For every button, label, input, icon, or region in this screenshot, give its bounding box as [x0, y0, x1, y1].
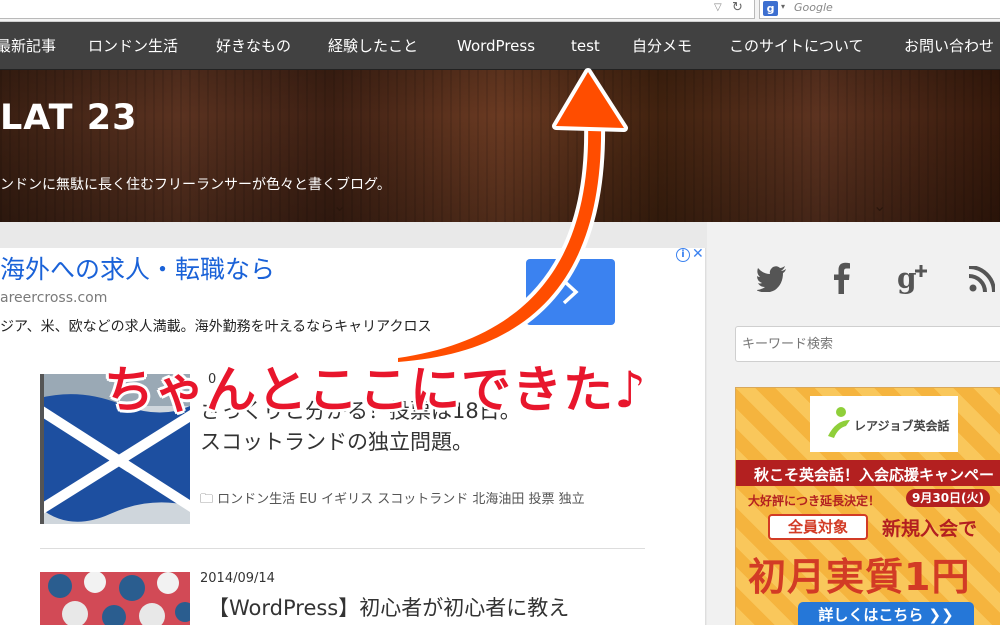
- nav-item-about[interactable]: このサイトについて: [729, 22, 864, 70]
- screen: ▽ ↻ g ▾ Google 最新記事 ロンドン生活 好きなもの 経験したこと …: [0, 0, 1000, 625]
- site-header: LAT 23 ンドンに無駄に長く住むフリーランサーが色々と書くブログ。 ⌄ ⌄: [0, 70, 1000, 222]
- nav-item-latest[interactable]: 最新記事: [0, 22, 56, 70]
- nav-item-wordpress[interactable]: WordPress: [457, 22, 535, 70]
- sidebar: g レアジョブ英会話 秋こそ英会話！入会応援キャンペー 大好評につき延長決定！ …: [707, 222, 1000, 625]
- ad-campaign-text: 秋こそ英会話！入会応援キャンペー: [754, 466, 995, 484]
- reload-icon[interactable]: ↻: [732, 0, 743, 15]
- ad-close-icon[interactable]: ✕: [692, 246, 704, 262]
- rss-icon[interactable]: [969, 266, 995, 292]
- ad-url[interactable]: areercross.com: [0, 290, 107, 306]
- ad-logo-text: レアジョブ英会話: [854, 419, 950, 433]
- ad-headline[interactable]: 海外への求人・転職なら: [0, 250, 275, 286]
- caret-down-icon[interactable]: ▾: [781, 2, 785, 11]
- nav-item-contact[interactable]: お問い合わせ: [904, 22, 994, 70]
- ad-description: ジア、米、欧などの求人満載。海外勤務を叶えるならキャリアクロス: [0, 319, 432, 335]
- nav-item-london-life[interactable]: ロンドン生活: [88, 22, 178, 70]
- browser-toolbar: ▽ ↻ g ▾ Google: [0, 0, 1000, 22]
- ad-date-badge: 9月30日(火): [906, 489, 991, 507]
- twitter-icon[interactable]: [757, 266, 787, 292]
- site-title[interactable]: LAT 23: [0, 98, 137, 138]
- google-plus-icon[interactable]: g: [897, 262, 931, 294]
- ad-all-eligible-pill: 全員対象: [768, 514, 868, 540]
- chevron-down-icon: ⌄: [333, 196, 347, 215]
- ad-logo: レアジョブ英会話: [810, 396, 958, 452]
- post-tags-text[interactable]: ロンドン生活 EU イギリス スコットランド 北海油田 投票 独立: [217, 492, 585, 507]
- nav-item-experiences[interactable]: 経験したこと: [328, 22, 418, 70]
- post-divider: [40, 548, 645, 549]
- ad-info-icon[interactable]: i: [676, 248, 690, 262]
- ad-campaign-band: 秋こそ英会話！入会応援キャンペー: [736, 460, 1000, 486]
- address-bar[interactable]: ▽ ↻: [0, 0, 755, 19]
- post-thumbnail-wordpress[interactable]: [40, 572, 190, 625]
- annotation-text: ちゃんとここにできた♪: [104, 361, 647, 419]
- site-tagline: ンドンに無駄に長く住むフリーランサーが色々と書くブログ。: [0, 177, 391, 193]
- ad-new-signup-text: 新規入会で: [882, 518, 978, 540]
- post-tags: 🗀 ロンドン生活 EU イギリス スコットランド 北海油田 投票 独立: [200, 488, 585, 512]
- chevron-right-icon: [562, 279, 579, 305]
- ad-details-button[interactable]: 詳しくはこちら ❯❯: [798, 602, 974, 625]
- browser-search-box[interactable]: g ▾ Google: [759, 0, 1000, 19]
- search-placeholder: Google: [794, 1, 833, 14]
- main-content: 海外への求人・転職なら areercross.com ジア、米、欧などの求人満載…: [0, 246, 706, 625]
- ad-extension-text: 大好評につき延長決定！: [748, 494, 881, 508]
- runner-logo-icon: [828, 407, 850, 438]
- nav-item-memo[interactable]: 自分メモ: [632, 22, 692, 70]
- search-engine-icon[interactable]: g: [763, 1, 778, 16]
- ad-arrow-button[interactable]: [526, 259, 615, 325]
- keyword-search-input[interactable]: [735, 326, 1000, 362]
- dropdown-arrow-icon[interactable]: ▽: [714, 2, 722, 13]
- main-navigation: 最新記事 ロンドン生活 好きなもの 経験したこと WordPress test …: [0, 22, 1000, 70]
- svg-text:g: g: [897, 262, 917, 294]
- folder-icon: 🗀: [200, 492, 218, 507]
- post-title[interactable]: 【WordPress】初心者が初心者に教え: [208, 593, 628, 624]
- chevron-down-icon: ⌄: [873, 196, 887, 215]
- nav-item-test[interactable]: test: [571, 22, 600, 70]
- sidebar-ad-banner[interactable]: レアジョブ英会話 秋こそ英会話！入会応援キャンペー 大好評につき延長決定！ 9月…: [735, 387, 1000, 625]
- nav-item-favorites[interactable]: 好きなもの: [216, 22, 291, 70]
- facebook-icon[interactable]: [834, 262, 850, 294]
- ad-first-month-text: 初月実質1円: [748, 555, 971, 599]
- post-date: 2014/09/14: [200, 571, 275, 586]
